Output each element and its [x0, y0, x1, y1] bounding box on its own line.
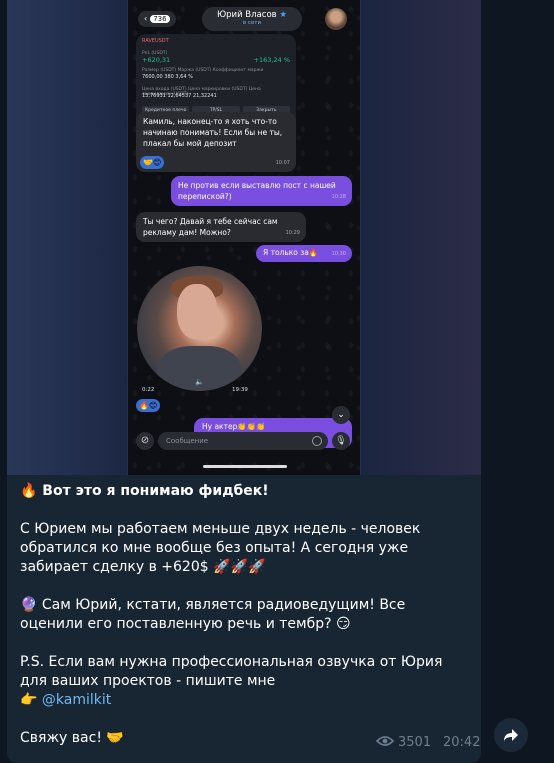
chat-header: ‹ 736 Юрий Власов ★ в сети [128, 0, 360, 34]
mention-line: 👉 @kamilkit [20, 691, 470, 710]
trade-symbol: RAVEUSDT [142, 38, 169, 44]
chat-name: Юрий Власов [216, 10, 277, 20]
message-placeholder: Сообщение [166, 437, 209, 445]
post-paragraph: P.S. Если вам нужна профессиональная озв… [20, 654, 443, 689]
message-out: Я только за🔥 10:30 [256, 245, 352, 262]
image-blur-right [361, 0, 481, 475]
chat-title: Юрий Власов ★ в сети [202, 7, 302, 31]
video-message [137, 266, 262, 391]
message-text: Ты чего? Давай я тебе сейчас сам рекламу… [143, 217, 278, 237]
message-time: 10:29 [285, 230, 300, 236]
attach-icon: ⊘ [136, 432, 154, 450]
post-text: 🔥 Вот это я понимаю фидбек! С Юрием мы р… [20, 482, 470, 763]
phone-screenshot: ‹ 736 Юрий Власов ★ в сети RAVEUSDT PnL (… [128, 0, 360, 475]
size-labels: Размер (USDT) Маржа (USDT) Коэффициент м… [142, 68, 264, 73]
message-time: 10:07 [275, 160, 290, 166]
message-time: 10:28 [331, 194, 346, 200]
message-reaction: 🔥😊 [136, 399, 161, 412]
chevron-down-icon: ⌄ [332, 406, 350, 424]
message-field: Сообщение [158, 432, 328, 450]
pnl-percent: +163,24 % [253, 56, 290, 64]
channel-post: ‹ 736 Юрий Власов ★ в сети RAVEUSDT PnL (… [7, 0, 481, 763]
message-in: Ты чего? Давай я тебе сейчас сам рекламу… [136, 212, 306, 242]
back-button: ‹ 736 [138, 11, 176, 27]
post-paragraph: С Юрием мы работаем меньше двух недель -… [20, 521, 421, 575]
message-composer: ⊘ Сообщение 🎙 [128, 428, 360, 456]
speaker-icon: 🔈 [195, 378, 204, 386]
image-blur-left [7, 0, 127, 475]
post-meta: 3501 20:42 [376, 734, 480, 752]
mic-icon: 🎙 [332, 432, 350, 450]
message-reaction: 🤝😊 [140, 156, 165, 169]
post-time: 20:42 [443, 735, 481, 750]
video-elapsed: 0:22 [142, 387, 155, 393]
sticker-icon [312, 436, 322, 446]
message-text: Камиль, наконец-то я хоть что-то начинаю… [143, 117, 283, 148]
view-count: 3501 [398, 735, 432, 750]
post-paragraph: 🔮 Сам Юрий, кстати, является радиоведущи… [20, 597, 406, 632]
chevron-left-icon: ‹ [144, 14, 148, 23]
unread-count: 736 [150, 15, 170, 23]
message-time: 10:30 [331, 251, 346, 257]
eye-icon [376, 736, 394, 746]
size-values: 7600,00 380 3,64 % [142, 74, 193, 80]
pointing-hand-icon: 👉 [20, 692, 38, 708]
share-icon[interactable] [494, 718, 528, 752]
post-headline: 🔥 Вот это я понимаю фидбек! [20, 483, 269, 499]
video-time: 19:39 [232, 387, 248, 393]
premium-star-icon: ★ [279, 10, 287, 20]
message-out: Не против если выставлю пост с нашей пер… [171, 176, 352, 206]
post-image[interactable]: ‹ 736 Юрий Власов ★ в сети RAVEUSDT PnL (… [7, 0, 481, 475]
share-arrow-icon [504, 729, 518, 741]
price-values: 13,76931 12,64537 21,32241 [142, 93, 217, 99]
message-text: Я только за🔥 [263, 248, 319, 257]
home-indicator [203, 465, 287, 468]
avatar [325, 8, 347, 30]
mention-link[interactable]: @kamilkit [42, 692, 111, 708]
message-text: Не против если выставлю пост с нашей пер… [178, 181, 336, 201]
chat-status: в сети [242, 20, 262, 26]
